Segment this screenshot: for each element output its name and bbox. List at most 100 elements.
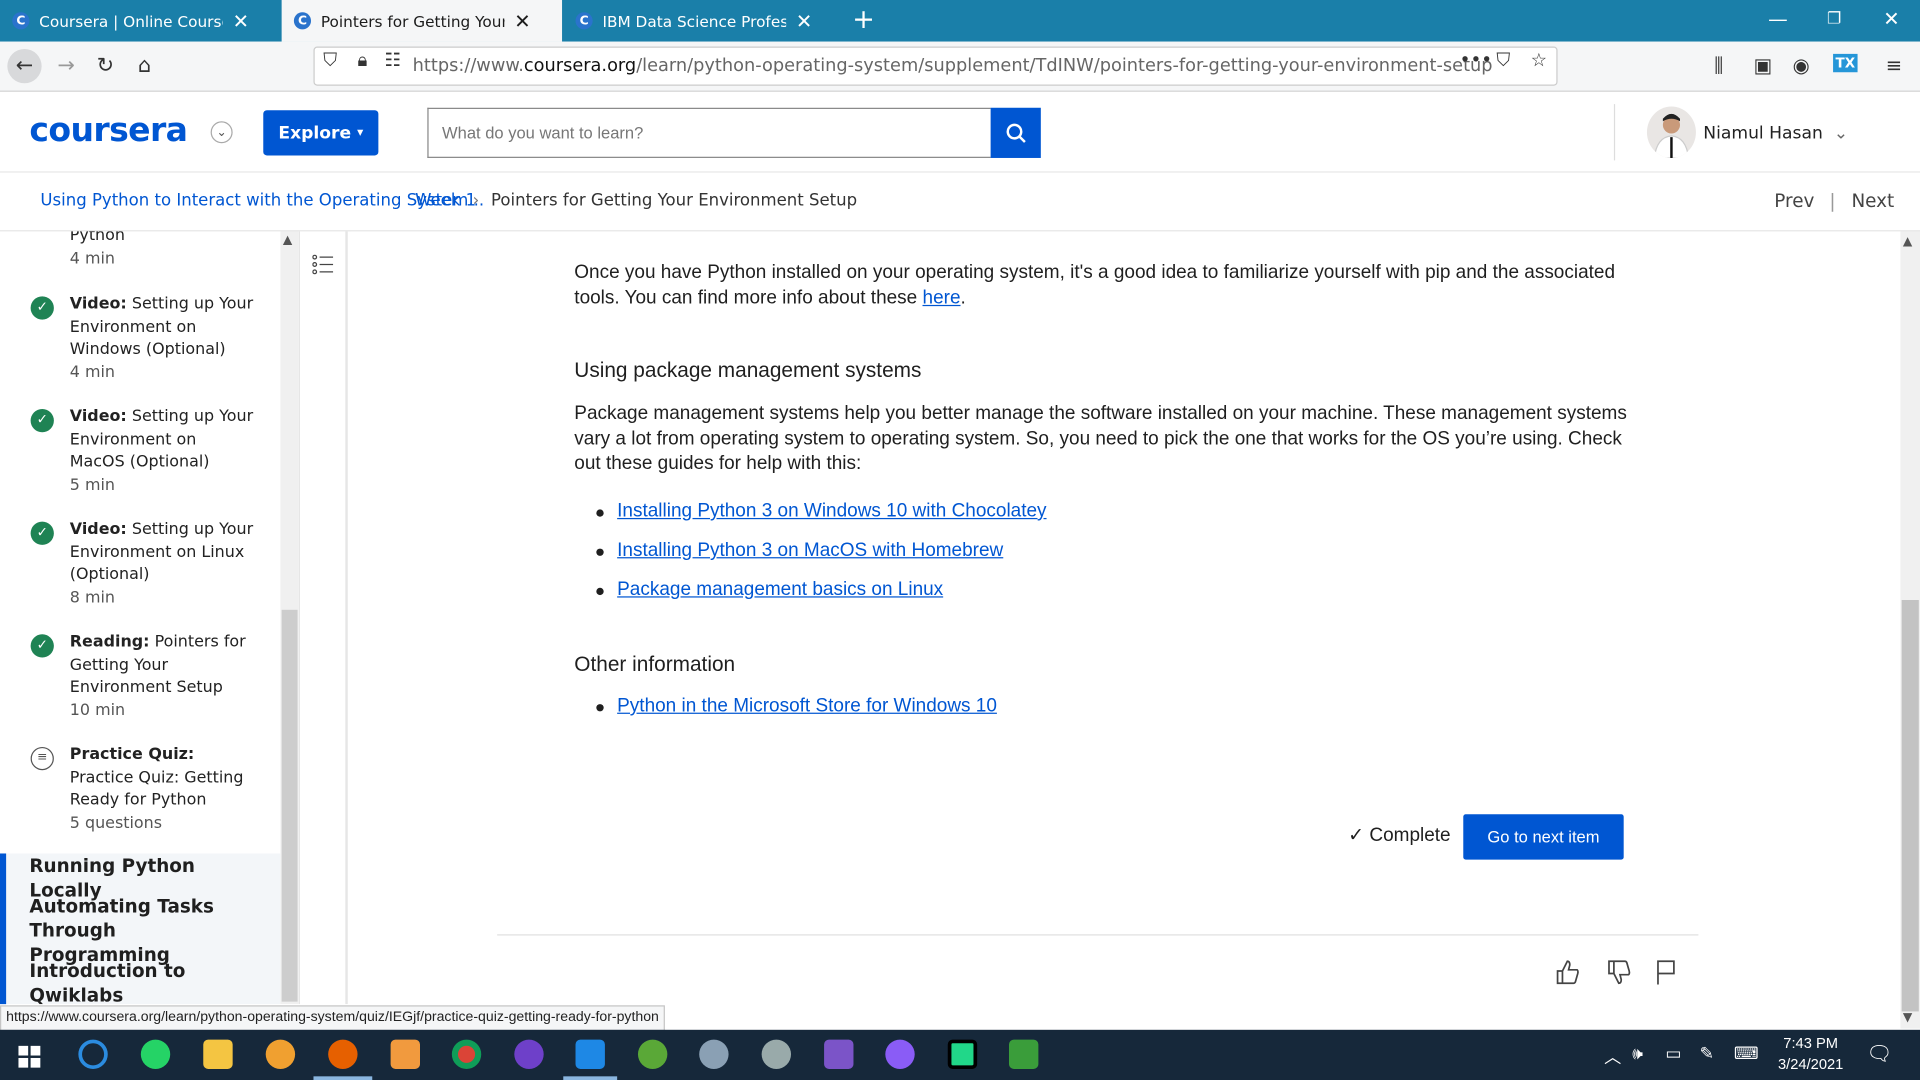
- breadcrumb-week-link[interactable]: Week 1: [415, 191, 476, 211]
- check-circle-icon: ✓: [30, 634, 54, 658]
- here-link[interactable]: here: [923, 287, 961, 308]
- home-icon[interactable]: ⌂: [127, 49, 161, 83]
- prev-link[interactable]: Prev: [1774, 190, 1814, 212]
- close-tab-icon[interactable]: ✕: [233, 9, 249, 32]
- tab-title: Coursera | Online Courses & Cre: [39, 11, 223, 31]
- item-kind: Practice Quiz:: [69, 745, 195, 765]
- close-window-icon[interactable]: ✕: [1883, 7, 1899, 30]
- thumbs-up-icon[interactable]: [1554, 959, 1581, 986]
- lock-icon[interactable]: 🔒︎: [358, 49, 368, 71]
- menu-icon[interactable]: ≡: [1886, 54, 1902, 77]
- account-icon[interactable]: ◉: [1793, 54, 1810, 77]
- item-duration: 5 questions: [69, 813, 163, 833]
- extension-icon[interactable]: TX: [1833, 53, 1858, 73]
- windows-start-icon[interactable]: [18, 1045, 41, 1068]
- close-tab-icon[interactable]: ✕: [514, 9, 530, 32]
- scroll-up-icon[interactable]: ▲: [283, 234, 292, 247]
- firefox-icon[interactable]: [328, 1039, 358, 1069]
- list-item-selected[interactable]: ✓ Reading: Pointers for Getting Your Env…: [0, 632, 280, 730]
- item-title: Python: [69, 231, 125, 245]
- list-item[interactable]: ✓ Video: Setting up Your Environment on …: [0, 294, 280, 392]
- item-duration: 5 min: [69, 475, 116, 495]
- app-icon[interactable]: [1008, 1039, 1039, 1069]
- sidebar-toggle-icon[interactable]: ▣: [1753, 54, 1772, 77]
- restore-icon[interactable]: ❐: [1827, 10, 1841, 28]
- search-input[interactable]: What do you want to learn?: [427, 107, 991, 158]
- address-bar[interactable]: https://www. coursera.org/learn/python-op…: [313, 46, 1558, 86]
- more-actions-icon[interactable]: •••: [1460, 49, 1493, 71]
- network-icon[interactable]: ▭: [1665, 1044, 1681, 1064]
- pen-icon[interactable]: ✎: [1700, 1044, 1714, 1064]
- microsoft-store-link[interactable]: Python in the Microsoft Store for Window…: [617, 696, 997, 718]
- app-icon[interactable]: [699, 1039, 729, 1069]
- browser-tab-ibm[interactable]: C IBM Data Science Professional C ✕: [563, 0, 843, 42]
- url-domain: coursera.org: [523, 56, 637, 76]
- scroll-down-icon[interactable]: ▼: [1903, 1011, 1912, 1024]
- app-icon[interactable]: [761, 1039, 792, 1069]
- coursera-favicon-icon: C: [12, 12, 30, 30]
- messenger-icon[interactable]: [885, 1039, 915, 1069]
- file-explorer-icon[interactable]: [203, 1039, 233, 1069]
- browser-tab-coursera-home[interactable]: C Coursera | Online Courses & Cre ✕: [0, 0, 280, 42]
- coursera-logo[interactable]: coursera: [29, 111, 188, 149]
- minimize-icon[interactable]: —: [1768, 7, 1788, 30]
- app-icon[interactable]: [390, 1039, 421, 1069]
- library-icon[interactable]: ⫼: [1714, 54, 1723, 78]
- back-icon[interactable]: ←: [7, 48, 42, 84]
- toc-panel: [298, 231, 348, 1005]
- volume-icon[interactable]: 🕪︎: [1632, 1044, 1643, 1064]
- reload-icon[interactable]: ↻: [88, 49, 122, 83]
- item-kind: Reading:: [69, 633, 150, 652]
- notifications-icon[interactable]: 🗨︎: [1866, 1042, 1892, 1066]
- forward-icon[interactable]: →: [49, 49, 83, 83]
- section-heading: Other information: [574, 652, 736, 676]
- scroll-up-icon[interactable]: ▲: [1903, 235, 1912, 248]
- app-icon[interactable]: [265, 1039, 296, 1069]
- homebrew-link[interactable]: Installing Python 3 on MacOS with Homebr…: [617, 540, 1003, 562]
- table-of-contents-icon[interactable]: [312, 253, 334, 275]
- shield-icon[interactable]: ⛉: [323, 49, 337, 71]
- system-clock[interactable]: 7:43 PM 3/24/2021: [1778, 1033, 1843, 1075]
- go-to-next-item-button[interactable]: Go to next item: [1463, 814, 1624, 860]
- list-item[interactable]: Python 4 min: [0, 231, 280, 281]
- pocket-icon[interactable]: ⛉: [1496, 49, 1510, 71]
- whatsapp-icon[interactable]: [140, 1039, 171, 1069]
- list-item[interactable]: ≡ Practice Quiz: Practice Quiz: Getting …: [0, 744, 280, 842]
- flag-icon[interactable]: [1654, 959, 1678, 986]
- close-tab-icon[interactable]: ✕: [796, 9, 812, 32]
- site-header: coursera ⌄ Explore ▾ What do you want to…: [0, 91, 1920, 173]
- permissions-icon[interactable]: ☷: [384, 49, 400, 71]
- bullet: [596, 704, 604, 712]
- browser-tab-current[interactable]: C Pointers for Getting Your Enviro ✕: [281, 0, 563, 42]
- pycharm-icon[interactable]: [947, 1039, 978, 1069]
- visual-studio-icon[interactable]: [824, 1039, 854, 1069]
- github-icon[interactable]: [514, 1039, 544, 1069]
- chrome-icon[interactable]: [451, 1039, 482, 1069]
- module-automating-tasks[interactable]: Automating Tasks Through Programming: [29, 894, 262, 967]
- package-management-paragraph: Package management systems help you bett…: [574, 402, 1627, 474]
- tray-chevron-up-icon[interactable]: ︿: [1604, 1044, 1621, 1068]
- thumbs-down-icon[interactable]: [1605, 959, 1632, 986]
- browser-tab-bar: C Coursera | Online Courses & Cre ✕ C Po…: [0, 0, 1920, 42]
- new-tab-icon[interactable]: +: [852, 5, 875, 36]
- linux-package-link[interactable]: Package management basics on Linux: [617, 579, 943, 601]
- vscode-icon[interactable]: [575, 1039, 605, 1069]
- bookmark-star-icon[interactable]: ☆: [1531, 49, 1547, 71]
- user-menu[interactable]: Niamul Hasan ⌄: [1703, 124, 1848, 144]
- app-icon[interactable]: [637, 1039, 668, 1069]
- next-link[interactable]: Next: [1851, 190, 1894, 212]
- search-button[interactable]: [990, 107, 1041, 158]
- bullet: [596, 587, 604, 596]
- search-app-icon[interactable]: [78, 1039, 108, 1069]
- explore-button[interactable]: Explore ▾: [263, 110, 379, 156]
- list-item[interactable]: ✓ Video: Setting up Your Environment on …: [0, 519, 280, 617]
- intro-end: .: [960, 287, 966, 308]
- page-scroll-thumb[interactable]: [1901, 600, 1919, 1012]
- chocolatey-link[interactable]: Installing Python 3 on Windows 10 with C…: [617, 501, 1046, 523]
- list-item[interactable]: ✓ Video: Setting up Your Environment on …: [0, 407, 280, 505]
- sidebar-scroll-thumb[interactable]: [281, 609, 298, 1002]
- avatar[interactable]: [1646, 106, 1696, 158]
- module-introduction-to-qwiklabs[interactable]: Introduction to Qwiklabs: [29, 959, 262, 1004]
- keyboard-icon[interactable]: ⌨: [1734, 1044, 1759, 1064]
- chevron-down-icon[interactable]: ⌄: [210, 121, 233, 144]
